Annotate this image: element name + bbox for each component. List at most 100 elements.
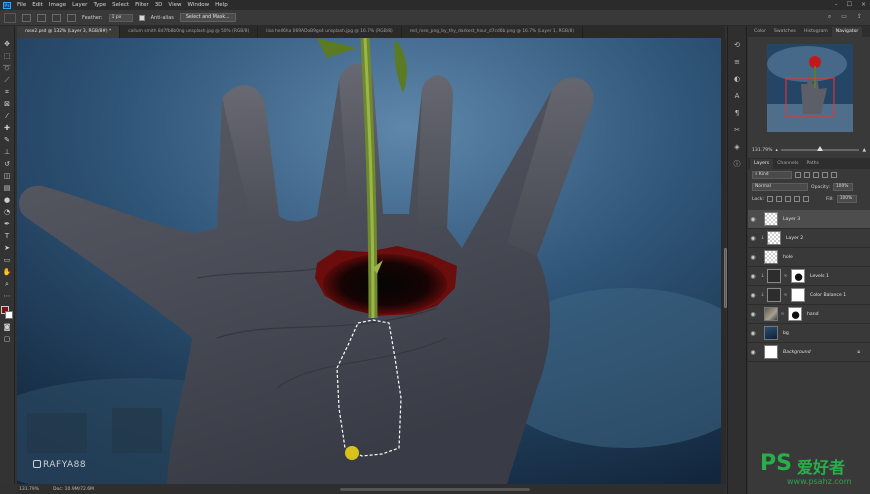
- layer-row[interactable]: ◉ Layer 3: [748, 210, 870, 229]
- menu-filter[interactable]: Filter: [135, 2, 149, 8]
- document-canvas[interactable]: RAFYA88: [17, 38, 725, 484]
- color-swatches[interactable]: [1, 306, 13, 320]
- edit-toolbar-icon[interactable]: ⋯: [3, 292, 12, 301]
- layer-mask-thumbnail[interactable]: [791, 269, 805, 283]
- navigator-zoom-value[interactable]: 131.79%: [752, 148, 772, 153]
- subtract-selection-icon[interactable]: [52, 13, 61, 22]
- tab-callum-smith[interactable]: callum smith 8d7fb8b0ng unsplash.jpg @ 5…: [120, 26, 259, 38]
- libraries-icon[interactable]: ◈: [732, 142, 742, 152]
- menu-3d[interactable]: 3D: [155, 2, 163, 8]
- quick-mask-icon[interactable]: ◙: [3, 323, 12, 332]
- type-tool-icon[interactable]: T: [3, 232, 12, 241]
- filter-shape-icon[interactable]: [822, 172, 828, 178]
- menu-help[interactable]: Help: [215, 2, 228, 8]
- new-selection-icon[interactable]: [22, 13, 31, 22]
- path-select-tool-icon[interactable]: ➤: [3, 244, 12, 253]
- adjustment-thumbnail[interactable]: [767, 288, 781, 302]
- layer-name[interactable]: hand: [807, 312, 819, 317]
- blur-tool-icon[interactable]: ●: [3, 196, 12, 205]
- layer-name[interactable]: Layer 3: [783, 217, 800, 222]
- filter-pixel-icon[interactable]: [795, 172, 801, 178]
- layer-name[interactable]: Color Balance 1: [810, 293, 846, 298]
- frame-tool-icon[interactable]: ⊠: [3, 100, 12, 109]
- tab-color[interactable]: Color: [750, 27, 770, 37]
- layer-thumbnail[interactable]: [767, 231, 781, 245]
- intersect-selection-icon[interactable]: [67, 13, 76, 22]
- zoom-in-icon[interactable]: ▲: [862, 148, 866, 153]
- visibility-eye-icon[interactable]: ◉: [748, 292, 758, 299]
- share-icon[interactable]: ⇪: [857, 13, 862, 21]
- move-tool-icon[interactable]: ✥: [3, 40, 12, 49]
- layer-row[interactable]: ◉ bg: [748, 324, 870, 343]
- zoom-out-icon[interactable]: ▴: [775, 148, 777, 153]
- character-icon[interactable]: A: [732, 91, 742, 101]
- close-icon[interactable]: ×: [861, 1, 866, 8]
- canvas-vertical-scrollbar[interactable]: [721, 38, 727, 484]
- status-doc-size[interactable]: Doc: 10.9M/72.6M: [53, 487, 94, 492]
- layer-thumbnail[interactable]: [764, 212, 778, 226]
- layer-thumbnail[interactable]: [764, 250, 778, 264]
- tab-lisa[interactable]: lisa hell6ha 069ADoB9gs4 unsplash.jpg @ …: [258, 26, 402, 38]
- adjustments-icon[interactable]: ◐: [732, 74, 742, 84]
- menu-layer[interactable]: Layer: [72, 2, 87, 8]
- layer-name[interactable]: Levels 1: [810, 274, 829, 279]
- layer-mask-thumbnail[interactable]: [791, 288, 805, 302]
- layer-row[interactable]: ◉ ↓ ∞ Levels 1: [748, 267, 870, 286]
- layer-name[interactable]: Background: [783, 350, 811, 355]
- adjustment-thumbnail[interactable]: [767, 269, 781, 283]
- pen-tool-icon[interactable]: ✒: [3, 220, 12, 229]
- lock-artboard-icon[interactable]: [794, 196, 801, 202]
- marquee-tool-icon[interactable]: ⬚: [3, 52, 12, 61]
- fill-input[interactable]: 100%: [836, 195, 857, 203]
- eraser-tool-icon[interactable]: ◫: [3, 172, 12, 181]
- feather-input[interactable]: 1 px: [108, 13, 133, 22]
- layer-thumbnail[interactable]: [764, 326, 778, 340]
- navigator-preview[interactable]: [767, 44, 853, 132]
- layer-row[interactable]: ◉ Background 🔒︎: [748, 343, 870, 362]
- antialias-checkbox[interactable]: [138, 14, 145, 21]
- tab-red-rose[interactable]: red_rose_png_by_thy_darkest_hour_d7cd6b.…: [402, 26, 583, 38]
- menu-edit[interactable]: Edit: [32, 2, 43, 8]
- lasso-preset-icon[interactable]: [4, 12, 16, 23]
- visibility-eye-icon[interactable]: ◉: [748, 273, 758, 280]
- tab-histogram[interactable]: Histogram: [800, 27, 832, 37]
- paragraph-icon[interactable]: ¶: [732, 108, 742, 118]
- tab-navigator[interactable]: Navigator: [831, 27, 863, 37]
- layer-name[interactable]: Layer 2: [786, 236, 803, 241]
- tab-rose2[interactable]: rose2.psd @ 132% (Layer 3, RGB/8#) *: [17, 26, 121, 38]
- visibility-eye-icon[interactable]: ◉: [748, 330, 758, 337]
- dodge-tool-icon[interactable]: ◔: [3, 208, 12, 217]
- brushes-icon[interactable]: ✂: [732, 125, 742, 135]
- lock-position-icon[interactable]: [785, 196, 792, 202]
- screen-mode-icon[interactable]: ▢: [3, 335, 12, 344]
- visibility-eye-icon[interactable]: ◉: [748, 349, 758, 356]
- menu-type[interactable]: Type: [93, 2, 106, 8]
- layer-mask-thumbnail[interactable]: [788, 307, 802, 321]
- quick-select-tool-icon[interactable]: ⟋: [3, 76, 12, 85]
- maximize-icon[interactable]: ☐: [847, 1, 852, 8]
- healing-tool-icon[interactable]: ✚: [3, 124, 12, 133]
- background-color-swatch[interactable]: [5, 311, 13, 319]
- filter-adjust-icon[interactable]: [804, 172, 810, 178]
- eyedropper-tool-icon[interactable]: ⁄: [3, 112, 12, 121]
- tab-layers[interactable]: Layers: [750, 159, 774, 169]
- filter-type-icon[interactable]: [813, 172, 819, 178]
- blend-mode-select[interactable]: Normal: [752, 183, 808, 191]
- menu-file[interactable]: File: [17, 2, 26, 8]
- layer-row[interactable]: ◉ ∞ hand: [748, 305, 870, 324]
- filter-smart-icon[interactable]: [831, 172, 837, 178]
- menu-image[interactable]: Image: [49, 2, 66, 8]
- menu-select[interactable]: Select: [112, 2, 129, 8]
- layer-row[interactable]: ◉ hole: [748, 248, 870, 267]
- tab-swatches[interactable]: Swatches: [770, 27, 800, 37]
- brush-tool-icon[interactable]: ✎: [3, 136, 12, 145]
- lock-transparency-icon[interactable]: [767, 196, 774, 202]
- layer-name[interactable]: bg: [783, 331, 789, 336]
- crop-tool-icon[interactable]: ⌗: [3, 88, 12, 97]
- menu-window[interactable]: Window: [187, 2, 209, 8]
- layer-filter-dropdown[interactable]: ⌕ Kind: [752, 171, 792, 179]
- chain-link-icon[interactable]: ∞: [783, 292, 788, 298]
- hand-tool-icon[interactable]: ✋: [3, 268, 12, 277]
- layer-thumbnail[interactable]: [764, 345, 778, 359]
- lock-icon[interactable]: 🔒︎: [857, 349, 860, 355]
